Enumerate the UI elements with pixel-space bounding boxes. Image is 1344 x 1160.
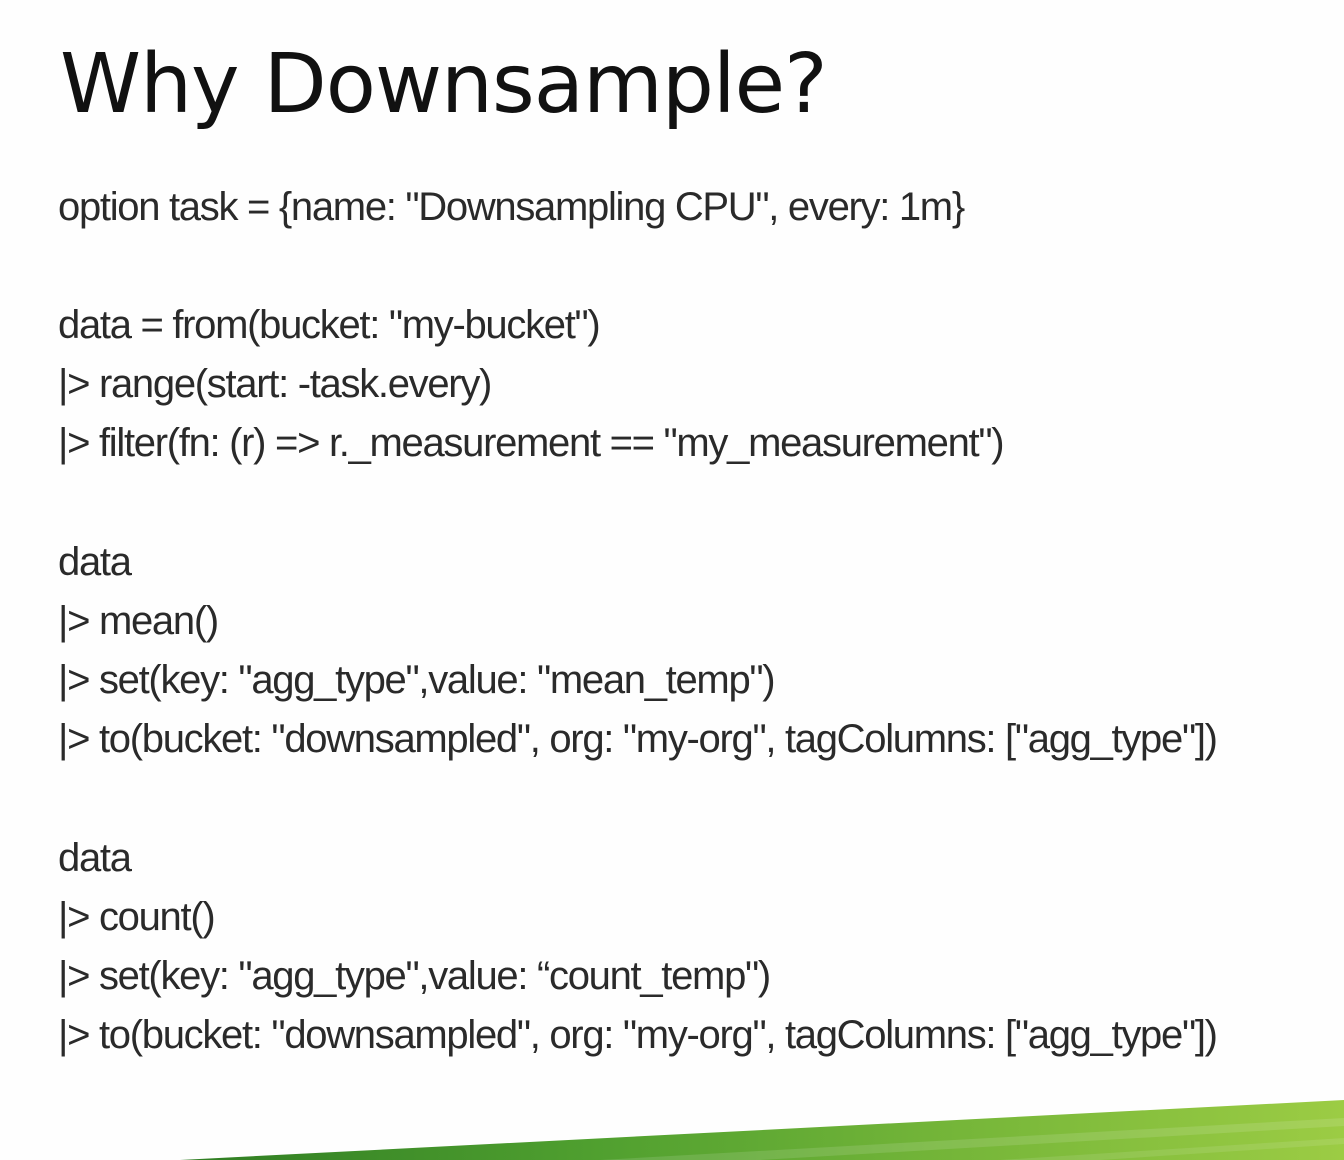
code-line-set-count: |> set(key: "agg_type",value: “count_tem… [58,954,771,998]
code-line-count: |> count() [58,895,216,939]
slide: Why Downsample? option task = {name: "Do… [0,0,1344,1160]
green-footer-swoosh [180,1100,1344,1160]
code-line-filter: |> filter(fn: (r) => r._measurement == "… [58,421,1005,465]
code-line-data-mean-block: data [58,540,132,584]
code-line-data-count-block: data [58,836,132,880]
code-line-mean: |> mean() [58,599,219,643]
code-line-data-from: data = from(bucket: "my-bucket") [58,303,601,347]
code-line-to-mean: |> to(bucket: "downsampled", org: "my-or… [58,717,1218,761]
slide-title: Why Downsample? [60,37,828,132]
code-line-range: |> range(start: -task.every) [58,362,492,406]
code-line-to-count: |> to(bucket: "downsampled", org: "my-or… [58,1013,1218,1057]
code-line-option-task: option task = {name: "Downsampling CPU",… [58,185,965,229]
code-line-set-mean: |> set(key: "agg_type",value: "mean_temp… [58,658,776,702]
